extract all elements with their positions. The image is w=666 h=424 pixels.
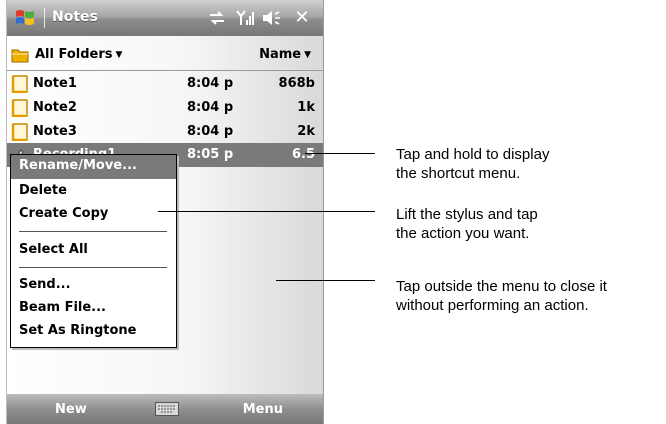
pocketpc-screen: Notes ✕ All Folders ▼ Name ▼ Note1 8:04 … bbox=[6, 0, 324, 424]
sort-dropdown[interactable]: Name ▼ bbox=[259, 47, 311, 62]
note-file-icon bbox=[11, 123, 28, 141]
signal-icon[interactable] bbox=[235, 9, 255, 27]
menu-item-send[interactable]: Send... bbox=[19, 277, 71, 292]
callout-line bbox=[276, 280, 375, 281]
sort-dropdown-label: Name bbox=[259, 47, 302, 62]
callout-line bbox=[305, 153, 375, 154]
callout-hold: Tap and hold to display the shortcut men… bbox=[396, 145, 549, 183]
callout-line1: Tap outside the menu to close it bbox=[396, 278, 607, 295]
file-size: 2k bbox=[297, 124, 315, 139]
app-title: Notes bbox=[52, 9, 98, 25]
file-time: 8:04 p bbox=[187, 100, 234, 115]
list-item[interactable]: Note2 8:04 p 1k bbox=[7, 96, 323, 120]
connectivity-icon[interactable] bbox=[207, 9, 227, 27]
chevron-down-icon: ▼ bbox=[115, 50, 123, 60]
file-size: 6.5 bbox=[291, 147, 315, 162]
menu-divider bbox=[19, 231, 167, 232]
list-item[interactable]: Note3 8:04 p 2k bbox=[7, 120, 323, 144]
close-icon[interactable]: ✕ bbox=[292, 8, 312, 28]
menu-item-set-as-ringtone[interactable]: Set As Ringtone bbox=[19, 323, 137, 338]
menu-item-select-all[interactable]: Select All bbox=[19, 242, 88, 257]
title-bar: Notes ✕ bbox=[7, 0, 323, 36]
menu-item-rename-move[interactable]: Rename/Move... bbox=[11, 155, 176, 179]
callout-line2: the shortcut menu. bbox=[396, 165, 521, 182]
menu-softkey[interactable]: Menu bbox=[243, 402, 283, 417]
callout-line1: Tap and hold to display bbox=[396, 146, 550, 163]
file-time: 8:04 p bbox=[187, 124, 234, 139]
menu-item-beam-file[interactable]: Beam File... bbox=[19, 300, 106, 315]
file-time: 8:04 p bbox=[187, 76, 234, 91]
callout-line2: without performing an action. bbox=[396, 297, 589, 314]
menu-divider bbox=[19, 267, 167, 268]
folder-dropdown-label: All Folders bbox=[35, 47, 113, 62]
keyboard-icon[interactable] bbox=[155, 402, 179, 416]
folder-dropdown[interactable]: All Folders ▼ bbox=[35, 47, 122, 62]
note-file-icon bbox=[11, 75, 28, 93]
file-size: 1k bbox=[297, 100, 315, 115]
windows-flag-icon[interactable] bbox=[13, 6, 37, 30]
shortcut-menu: Rename/Move... Delete Create Copy Select… bbox=[10, 154, 177, 348]
menu-item-delete[interactable]: Delete bbox=[19, 183, 67, 198]
file-time: 8:05 p bbox=[187, 147, 234, 162]
menu-item-create-copy[interactable]: Create Copy bbox=[19, 206, 108, 221]
folder-icon bbox=[11, 49, 29, 63]
file-name: Note3 bbox=[33, 124, 77, 139]
folder-sort-header: All Folders ▼ Name ▼ bbox=[7, 40, 323, 71]
new-softkey[interactable]: New bbox=[55, 402, 87, 417]
chevron-down-icon: ▼ bbox=[304, 50, 311, 60]
callout-line1: Lift the stylus and tap bbox=[396, 206, 538, 223]
callout-lift: Lift the stylus and tap the action you w… bbox=[396, 205, 538, 243]
volume-icon[interactable] bbox=[261, 9, 281, 27]
menu-item-label: Rename/Move... bbox=[19, 158, 137, 173]
file-name: Note1 bbox=[33, 76, 77, 91]
callout-outside: Tap outside the menu to close it without… bbox=[396, 277, 607, 315]
softkey-bar: New Menu bbox=[7, 394, 323, 424]
callout-line2: the action you want. bbox=[396, 225, 530, 242]
note-file-icon bbox=[11, 99, 28, 117]
callout-line bbox=[158, 211, 375, 212]
file-size: 868b bbox=[278, 76, 315, 91]
file-name: Note2 bbox=[33, 100, 77, 115]
list-item[interactable]: Note1 8:04 p 868b bbox=[7, 72, 323, 96]
title-separator bbox=[44, 8, 45, 28]
